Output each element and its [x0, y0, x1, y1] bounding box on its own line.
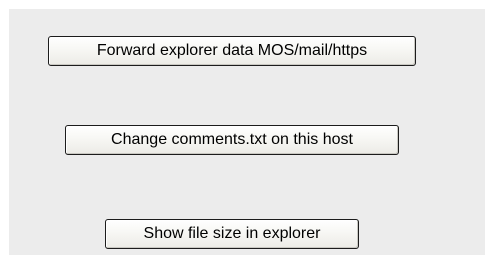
forward-explorer-data-button[interactable]: Forward explorer data MOS/mail/https — [48, 36, 416, 66]
show-file-size-button[interactable]: Show file size in explorer — [105, 219, 359, 249]
button-panel: Forward explorer data MOS/mail/https Cha… — [9, 9, 485, 255]
change-comments-button[interactable]: Change comments.txt on this host — [65, 125, 399, 155]
